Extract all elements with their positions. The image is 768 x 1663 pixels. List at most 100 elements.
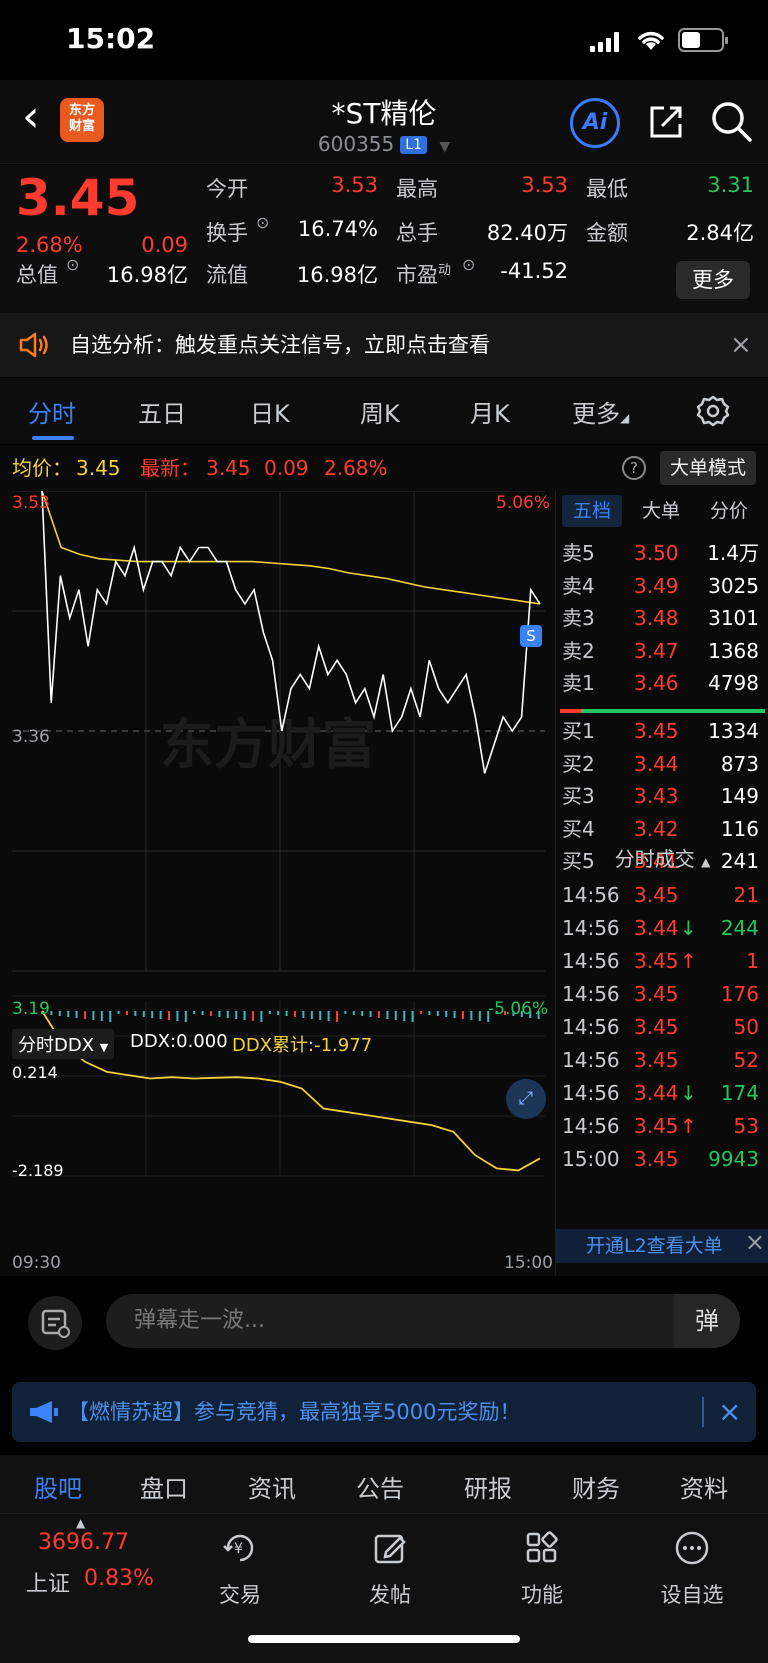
ddx-bar — [184, 1011, 187, 1022]
nav-trade-label: 交易 — [219, 1583, 261, 1607]
ddx-bar — [478, 1011, 481, 1021]
nav-post[interactable]: 发帖 — [330, 1528, 450, 1609]
ddx-bar — [67, 1011, 70, 1017]
high-label: 最高 — [396, 177, 438, 201]
trades-title[interactable]: 分时成交 ▲ — [556, 843, 768, 872]
trade-price: 3.45 — [634, 1147, 679, 1171]
tab-pankou[interactable]: 盘口 — [140, 1469, 188, 1504]
time-start: 09:30 — [12, 1253, 61, 1273]
barrage-list-icon[interactable] — [28, 1296, 82, 1350]
expand-icon[interactable]: ⤢ — [506, 1079, 546, 1119]
bid-level: 买3 — [562, 784, 595, 808]
tab-monthly-k[interactable]: 月K — [470, 394, 510, 429]
ddx-value: DDX:0.000 — [130, 1031, 228, 1052]
bid-row[interactable]: 买1 3.45 1334 — [556, 715, 768, 747]
nav-add-watchlist[interactable]: 设自选 — [632, 1528, 752, 1609]
current-price: 3.45 — [16, 169, 140, 227]
low-value: 3.31 — [707, 173, 754, 197]
ask-row[interactable]: 卖2 3.47 1368 — [556, 635, 768, 667]
barrage-input[interactable]: 弹幕走一波... — [106, 1294, 740, 1348]
low-label: 最低 — [586, 177, 628, 201]
caret-up-icon: ▲ — [701, 855, 711, 869]
trade-volume: 52 — [733, 1048, 759, 1072]
book-tab-big-order[interactable]: 大单 — [642, 495, 680, 527]
ask-row[interactable]: 卖5 3.50 1.4万 — [556, 537, 768, 569]
more-button[interactable]: 更多 — [676, 261, 750, 299]
big-order-mode-button[interactable]: 大单模式 — [660, 451, 756, 485]
megaphone-icon — [30, 1401, 58, 1423]
ddx-bar — [226, 1011, 229, 1018]
ddx-bar — [344, 1011, 347, 1014]
info-icon[interactable]: ⊙ — [66, 255, 79, 274]
signal-marker[interactable]: S — [520, 625, 542, 647]
tab-profile[interactable]: 资料 — [680, 1469, 728, 1504]
nav-functions-label: 功能 — [521, 1583, 563, 1607]
tab-announcements[interactable]: 公告 — [356, 1469, 404, 1504]
notice-bar[interactable]: 自选分析：触发重点关注信号，立即点击查看 × — [0, 313, 768, 377]
ai-assistant-button[interactable]: Ai — [570, 98, 620, 148]
ddx-bar — [159, 1011, 162, 1019]
tab-daily-k[interactable]: 日K — [250, 394, 290, 429]
mktcap-value: 16.98亿 — [106, 263, 188, 287]
trade-price: 3.45 — [634, 949, 679, 973]
close-icon[interactable]: × — [730, 313, 752, 377]
bid-volume: 149 — [720, 784, 759, 808]
tab-finance[interactable]: 财务 — [572, 1469, 620, 1504]
tab-5day[interactable]: 五日 — [138, 394, 186, 429]
info-icon[interactable]: ⊙ — [462, 255, 475, 274]
tab-intraday[interactable]: 分时 — [28, 394, 76, 429]
barrage-toggle-button[interactable]: 弹 — [674, 1294, 740, 1348]
index-percent: 0.83% — [84, 1566, 154, 1591]
promo-banner[interactable]: 【燃情苏超】参与竞猜，最高独享5000元奖励！ × — [12, 1382, 756, 1442]
ddx-selector[interactable]: 分时DDX ▼ — [12, 1029, 115, 1059]
book-tab-price-dist[interactable]: 分价 — [710, 495, 748, 527]
tab-research[interactable]: 研报 — [464, 1469, 512, 1504]
volume-value: 82.40万 — [486, 221, 568, 245]
nav-trade[interactable]: ¥ 交易 — [180, 1528, 300, 1609]
grid-icon — [526, 1531, 558, 1563]
latest-value: 3.45 — [206, 456, 251, 480]
bid-row[interactable]: 买3 3.43 149 — [556, 780, 768, 812]
ddx-bar — [260, 1011, 263, 1022]
tab-weekly-k[interactable]: 周K — [360, 394, 400, 429]
tab-more[interactable]: 更多◢ — [572, 394, 629, 429]
close-icon[interactable]: × — [702, 1397, 741, 1427]
close-icon[interactable]: × — [745, 1225, 765, 1259]
trade-price: 3.45 — [634, 982, 679, 1006]
tab-news[interactable]: 资讯 — [248, 1469, 296, 1504]
ddx-bar — [92, 1011, 95, 1020]
ddx-bar — [193, 1011, 196, 1014]
trade-volume: 176 — [720, 982, 759, 1006]
share-icon[interactable] — [644, 100, 688, 144]
settings-icon[interactable] — [696, 394, 730, 428]
ask-row[interactable]: 卖1 3.46 4798 — [556, 667, 768, 699]
nav-functions[interactable]: 功能 — [482, 1528, 602, 1609]
search-icon[interactable] — [708, 98, 754, 144]
svg-text:¥: ¥ — [234, 1541, 243, 1557]
trade-price: 3.44 — [634, 1081, 679, 1105]
ddx-bar — [235, 1011, 238, 1019]
trade-volume: 1 — [746, 949, 759, 973]
help-icon[interactable]: ? — [622, 456, 646, 480]
ask-row[interactable]: 卖4 3.49 3025 — [556, 570, 768, 602]
intraday-chart[interactable]: 东方财富 3.53 5.06% 3.36 3.19 -5.06% S 分时DDX… — [0, 491, 555, 1276]
tab-guba[interactable]: 股吧 — [34, 1469, 82, 1504]
index-value[interactable]: 3696.77 — [38, 1530, 129, 1555]
bid-row[interactable]: 买4 3.42 116 — [556, 813, 768, 845]
info-icon[interactable]: ⊙ — [256, 213, 269, 232]
book-tab-five-level[interactable]: 五档 — [562, 495, 622, 527]
mktcap-label: 总值 — [16, 263, 58, 287]
trade-row: 14:56 3.44 ↓ 244 — [556, 912, 768, 944]
ddx-bar — [268, 1011, 271, 1014]
ddx-bar — [218, 1011, 221, 1017]
ddx-bar — [168, 1011, 170, 1020]
ask-row[interactable]: 卖3 3.48 3101 — [556, 602, 768, 634]
ddx-bar — [201, 1011, 204, 1015]
ddx-bar — [151, 1011, 154, 1018]
l2-banner[interactable]: 开通L2查看大单 × — [556, 1228, 768, 1263]
bid-row[interactable]: 买2 3.44 873 — [556, 748, 768, 780]
content-tabs: 股吧 盘口 资讯 公告 研报 财务 资料 — [0, 1455, 768, 1513]
trades-title-label: 分时成交 — [614, 847, 695, 871]
ddx-bar — [285, 1011, 288, 1016]
wifi-icon — [638, 31, 664, 50]
